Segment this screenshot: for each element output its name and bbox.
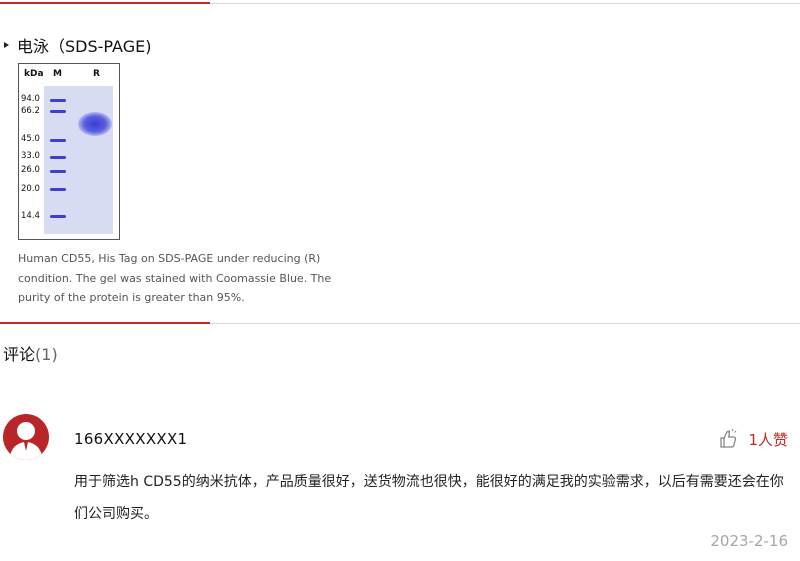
lane-header-reducing: R [93,69,100,79]
marker-label: 20.0 [21,184,40,194]
gel-lanes [44,86,113,234]
comments-count: (1) [35,345,58,364]
marker-band [50,139,66,142]
comments-heading: 评论(1) [3,341,58,365]
sds-page-gel-image: kDa M R 94.0 66.2 45.0 33.0 26.0 20.0 14… [18,63,120,240]
comments-label: 评论 [3,345,36,364]
avatar-tie [24,442,28,451]
marker-band [50,99,66,102]
marker-label: 45.0 [21,134,40,144]
comments-divider-accent [0,322,210,324]
comment-date: 2023-2-16 [710,532,788,550]
comments-divider [0,322,800,324]
marker-label: 33.0 [21,151,40,161]
like-button[interactable]: 1人赞 [718,428,788,450]
marker-band [50,156,66,159]
marker-label: 14.4 [21,211,40,221]
comment-text: 用于筛选h CD55的纳米抗体，产品质量很好，送货物流也很快，能很好的满足我的实… [74,474,784,522]
sample-band-reducing [78,112,112,136]
top-divider [0,2,800,4]
bullet-triangle-icon [4,42,9,48]
thumbs-up-icon [720,428,737,448]
lane-header-marker: M [53,69,62,79]
lane-header-kda: kDa [24,69,44,79]
comment-username: 166XXXXXXX1 [74,430,188,448]
user-avatar-icon [3,414,49,460]
marker-label: 26.0 [21,165,40,175]
marker-band [50,215,66,218]
gel-caption: Human CD55, His Tag on SDS-PAGE under re… [18,252,332,304]
section-title-text: 电泳（SDS-PAGE) [17,37,152,56]
marker-band [50,188,66,191]
avatar-head [17,422,35,440]
marker-label: 94.0 [21,94,40,104]
like-count: 1人赞 [748,430,788,449]
section-title: 电泳（SDS-PAGE) [4,33,151,57]
marker-band [50,170,66,173]
marker-band [50,110,66,113]
marker-label: 66.2 [21,106,40,116]
top-divider-accent [0,2,210,4]
